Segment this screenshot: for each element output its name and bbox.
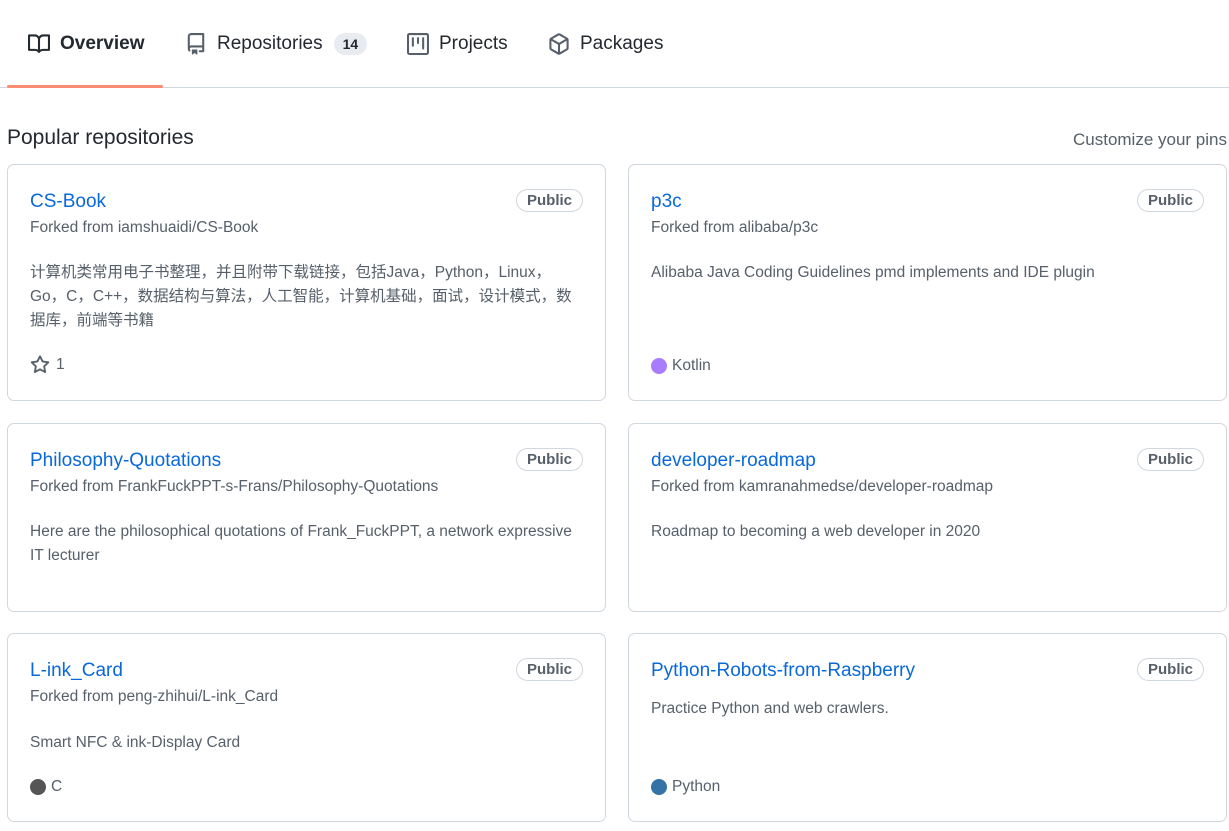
repo-card: Philosophy-Quotations Public Forked from… — [7, 423, 606, 612]
repo-description: Roadmap to becoming a web developer in 2… — [651, 523, 981, 540]
project-icon — [407, 33, 429, 55]
visibility-badge: Public — [1136, 189, 1204, 212]
language-color-dot — [30, 779, 46, 795]
repo-card: L-ink_Card Public Forked from peng-zhihu… — [7, 633, 606, 822]
visibility-badge: Public — [515, 189, 583, 212]
visibility-badge: Public — [515, 448, 583, 471]
repo-description: Practice Python and web crawlers. — [651, 700, 889, 717]
repo-description: Here are the philosophical quotations of… — [30, 523, 572, 564]
fork-source: Forked from iamshuaidi/CS-Book — [30, 219, 259, 236]
fork-source: Forked from kamranahmedse/developer-road… — [651, 478, 994, 495]
language-name: Python — [672, 778, 721, 795]
language-name: Kotlin — [672, 357, 711, 374]
tab-packages[interactable]: Packages — [548, 0, 663, 88]
selected-tab-underline — [7, 85, 163, 88]
repo-name-link[interactable]: Philosophy-Quotations — [30, 450, 221, 472]
repo-name-link[interactable]: L-ink_Card — [30, 660, 123, 682]
fork-source: Forked from FrankFuckPPT-s-Frans/Philoso… — [30, 478, 439, 495]
visibility-badge: Public — [1136, 448, 1204, 471]
tab-overview[interactable]: Overview — [28, 0, 145, 88]
repo-name-link[interactable]: p3c — [651, 191, 682, 213]
repo-description: Alibaba Java Coding Guidelines pmd imple… — [651, 264, 1095, 281]
tab-packages-label: Packages — [580, 33, 664, 54]
customize-pins-link[interactable]: Customize your pins — [1073, 130, 1227, 150]
language-color-dot — [651, 779, 667, 795]
tab-repositories-label: Repositories — [217, 33, 323, 54]
tab-repositories[interactable]: Repositories 14 — [185, 0, 368, 88]
repo-card: CS-Book Public Forked from iamshuaidi/CS… — [7, 164, 606, 401]
package-icon — [548, 33, 570, 55]
profile-tab-nav: Overview Repositories 14 Projects Packag… — [0, 0, 1229, 88]
visibility-badge: Public — [515, 658, 583, 681]
section-title: Popular repositories — [7, 126, 194, 149]
repo-language: Kotlin — [651, 357, 711, 375]
repo-language: Python — [651, 778, 720, 796]
repo-description: Smart NFC & ink-Display Card — [30, 734, 241, 751]
star-count: 1 — [56, 356, 65, 373]
repo-card: Python-Robots-from-Raspberry Public Prac… — [628, 633, 1227, 822]
tab-projects-label: Projects — [439, 33, 508, 54]
repo-stars-link[interactable]: 1 — [30, 355, 65, 375]
repo-name-link[interactable]: CS-Book — [30, 191, 106, 213]
language-color-dot — [651, 358, 667, 374]
language-name: C — [51, 778, 63, 795]
fork-source: Forked from peng-zhihui/L-ink_Card — [30, 688, 279, 705]
repo-icon — [185, 33, 207, 55]
book-icon — [28, 33, 50, 55]
star-icon — [30, 355, 50, 375]
repositories-count-badge: 14 — [333, 33, 368, 55]
repo-language: C — [30, 778, 62, 796]
repo-card: developer-roadmap Public Forked from kam… — [628, 423, 1227, 612]
repo-name-link[interactable]: Python-Robots-from-Raspberry — [651, 660, 915, 682]
repo-card: p3c Public Forked from alibaba/p3c Aliba… — [628, 164, 1227, 401]
visibility-badge: Public — [1136, 658, 1204, 681]
repo-description: 计算机类常用电子书整理，并且附带下载链接，包括Java，Python，Linux… — [30, 264, 572, 329]
repo-name-link[interactable]: developer-roadmap — [651, 450, 816, 472]
fork-source: Forked from alibaba/p3c — [651, 219, 819, 236]
tab-overview-label: Overview — [60, 33, 145, 54]
tab-projects[interactable]: Projects — [407, 0, 508, 88]
